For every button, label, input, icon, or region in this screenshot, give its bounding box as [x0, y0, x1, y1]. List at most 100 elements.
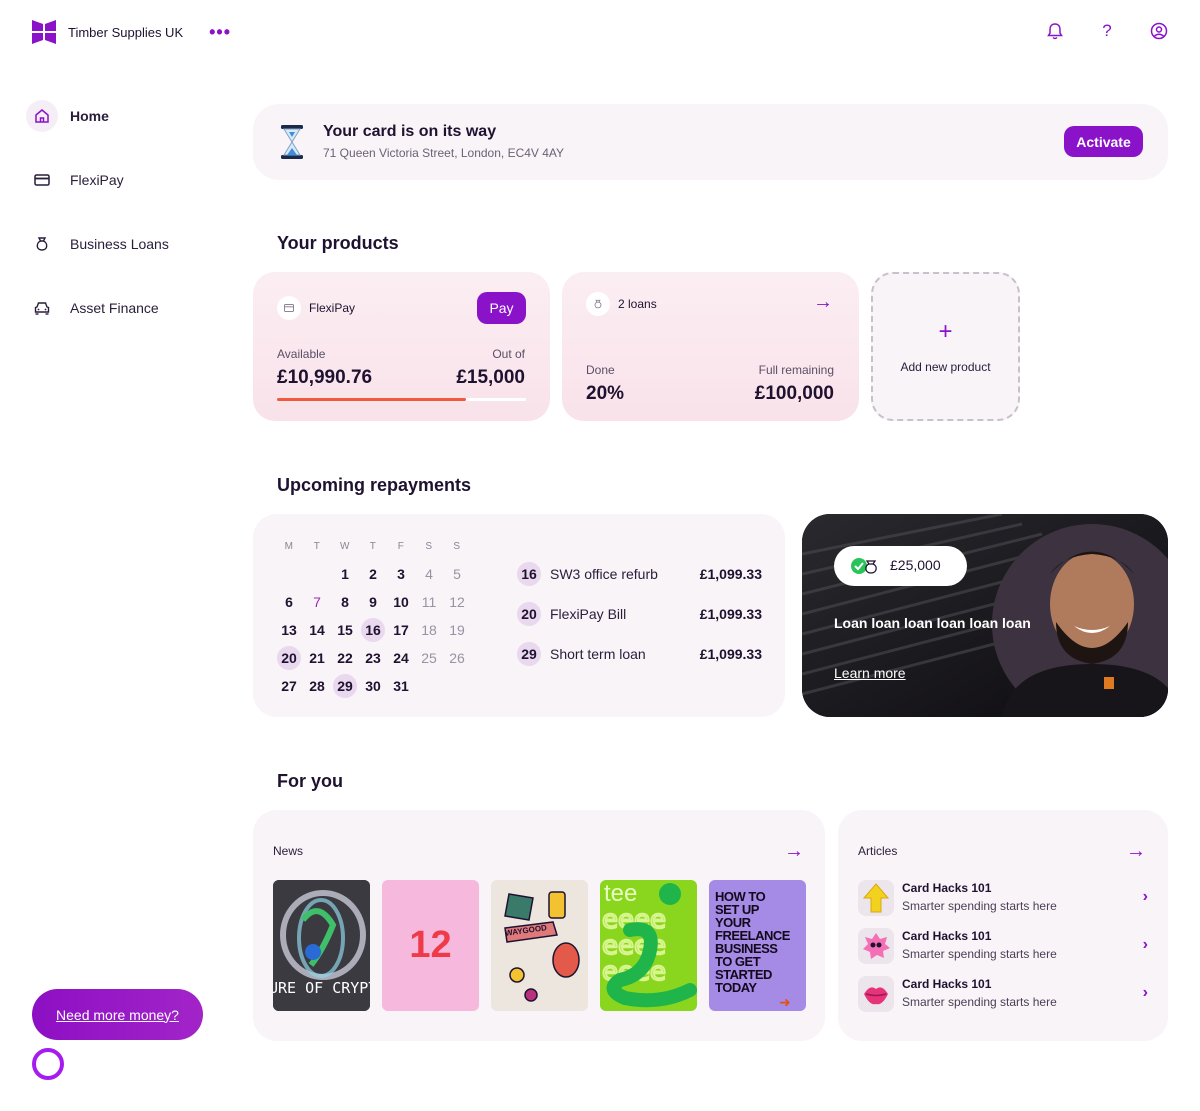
calendar-day[interactable]: 11 [417, 590, 441, 614]
repayment-amount: £1,099.33 [699, 566, 762, 582]
calendar-day[interactable]: 17 [389, 618, 413, 642]
news-thumb-crypto[interactable]: URE OF CRYPT S WITH X-LE [273, 880, 370, 1011]
card-shipping-banner: Your card is on its way 71 Queen Victori… [253, 104, 1168, 180]
calendar-day[interactable]: 21 [305, 646, 329, 670]
repayment-name: SW3 office refurb [550, 566, 658, 582]
calendar-day[interactable]: 7 [305, 590, 329, 614]
done-percent: 20% [586, 383, 625, 404]
article-item[interactable]: Card Hacks 101 Smarter spending starts h… [858, 880, 1148, 916]
assistant-ring-icon[interactable] [32, 1048, 64, 1080]
money-bag-icon [586, 292, 610, 316]
calendar-day[interactable]: 28 [305, 674, 329, 698]
brand: Timber Supplies UK ••• [32, 20, 231, 44]
need-more-money-button[interactable]: Need more money? [32, 989, 203, 1040]
repayment-day: 20 [517, 602, 541, 626]
more-dots-icon[interactable]: ••• [209, 23, 231, 41]
card-icon [277, 296, 301, 320]
calendar-day[interactable]: 31 [389, 674, 413, 698]
calendar-day[interactable]: 25 [417, 646, 441, 670]
arrow-right-icon: ➜ [779, 994, 791, 1010]
calendar-day[interactable]: 9 [361, 590, 385, 614]
calendar-day[interactable]: 1 [333, 562, 357, 586]
news-thumb-stickers[interactable]: WAYGOOD [491, 880, 588, 1011]
available-amount: £10,990.76 [277, 367, 373, 388]
calendar-day[interactable]: 13 [277, 618, 301, 642]
calendar-weekday: T [313, 541, 321, 552]
calendar-day[interactable]: 24 [389, 646, 413, 670]
calendar-day[interactable]: 14 [305, 618, 329, 642]
article-item[interactable]: Card Hacks 101 Smarter spending starts h… [858, 928, 1148, 964]
activate-button[interactable]: Activate [1064, 126, 1143, 157]
pay-button[interactable]: Pay [477, 292, 526, 324]
banner-address: 71 Queen Victoria Street, London, EC4V 4… [323, 146, 565, 160]
repayment-item[interactable]: 16 SW3 office refurb £1,099.33 [517, 562, 762, 586]
arrow-right-icon[interactable]: → [784, 840, 804, 863]
calendar-day[interactable]: 12 [445, 590, 469, 614]
crypto-thumb-text: URE OF CRYPT S WITH X-LE [273, 980, 370, 996]
loans-product-card[interactable]: 2 loans → Done Full remaining 20% £100,0… [562, 272, 859, 421]
banner-title: Your card is on its way [323, 123, 497, 140]
calendar-day[interactable]: 5 [445, 562, 469, 586]
repayment-day: 16 [517, 562, 541, 586]
remaining-label: Full remaining [758, 363, 834, 377]
calendar-day[interactable]: 20 [277, 646, 301, 670]
sidebar-item-business-loans[interactable]: Business Loans [26, 228, 169, 260]
article-title: Card Hacks 101 [902, 929, 992, 943]
calendar-day[interactable]: 10 [389, 590, 413, 614]
chevron-right-icon: › [1142, 888, 1148, 905]
calendar-day[interactable]: 2 [361, 562, 385, 586]
news-thumb-loan-talk[interactable]: eeee eeee eeee tee [600, 880, 697, 1011]
sidebar-item-home[interactable]: Home [26, 100, 109, 132]
article-item[interactable]: Card Hacks 101 Smarter spending starts h… [858, 976, 1148, 1012]
loan-promo-card[interactable]: £25,000 Loan loan loan loan loan loan Le… [802, 514, 1168, 717]
calendar-day[interactable]: 3 [389, 562, 413, 586]
news-thumb-number[interactable]: 12 [382, 880, 479, 1011]
repayment-item[interactable]: 20 FlexiPay Bill £1,099.33 [517, 602, 762, 626]
calendar-day[interactable]: 19 [445, 618, 469, 642]
repayment-item[interactable]: 29 Short term loan £1,099.33 [517, 642, 762, 666]
remaining-amount: £100,000 [754, 383, 834, 404]
logo-icon [32, 20, 56, 44]
arrow-right-icon[interactable]: → [1126, 840, 1146, 863]
bell-icon[interactable] [1046, 20, 1064, 42]
article-subtitle: Smarter spending starts here [902, 995, 1057, 1009]
help-icon[interactable]: ? [1098, 20, 1116, 42]
arrow-right-icon[interactable]: → [813, 291, 833, 314]
usage-progress-fill [277, 398, 467, 401]
calendar-day[interactable]: 26 [445, 646, 469, 670]
product-name: FlexiPay [309, 301, 356, 315]
chevron-right-icon: › [1142, 936, 1148, 953]
calendar-weekday: W [340, 541, 350, 552]
calendar-day[interactable]: 27 [277, 674, 301, 698]
promo-text: Loan loan loan loan loan loan [834, 615, 1031, 631]
calendar-day[interactable]: 16 [361, 618, 385, 642]
calendar-day[interactable]: 18 [417, 618, 441, 642]
add-product-card[interactable]: + Add new product [871, 272, 1020, 421]
calendar-day[interactable]: 15 [333, 618, 357, 642]
hourglass-icon [281, 125, 303, 159]
calendar-weekday: S [425, 541, 433, 552]
done-label: Done [586, 363, 615, 377]
promo-amount: £25,000 [890, 557, 941, 573]
calendar-weekday: S [453, 541, 461, 552]
article-subtitle: Smarter spending starts here [902, 899, 1057, 913]
stickers-art-icon [504, 891, 580, 1002]
products-title: Your products [277, 233, 399, 253]
calendar-day[interactable]: 23 [361, 646, 385, 670]
calendar-day[interactable]: 22 [333, 646, 357, 670]
news-thumb-freelance[interactable]: HOW TO SET UP YOUR FREELANCE BUSINESS TO… [709, 880, 806, 1011]
money-bag-icon [26, 228, 58, 260]
sidebar-item-asset-finance[interactable]: Asset Finance [26, 292, 159, 324]
calendar-day[interactable]: 8 [333, 590, 357, 614]
sidebar-item-flexipay[interactable]: FlexiPay [26, 164, 124, 196]
calendar-weekday: T [369, 541, 377, 552]
calendar-day[interactable]: 29 [333, 674, 357, 698]
learn-more-link[interactable]: Learn more [834, 665, 906, 681]
flexipay-product-card[interactable]: FlexiPay Pay Available Out of £10,990.76… [253, 272, 550, 421]
calendar-day[interactable]: 30 [361, 674, 385, 698]
calendar-day[interactable]: 4 [417, 562, 441, 586]
user-icon[interactable] [1150, 20, 1168, 42]
calendar-day[interactable]: 6 [277, 590, 301, 614]
article-subtitle: Smarter spending starts here [902, 947, 1057, 961]
repayments-title: Upcoming repayments [277, 475, 472, 495]
